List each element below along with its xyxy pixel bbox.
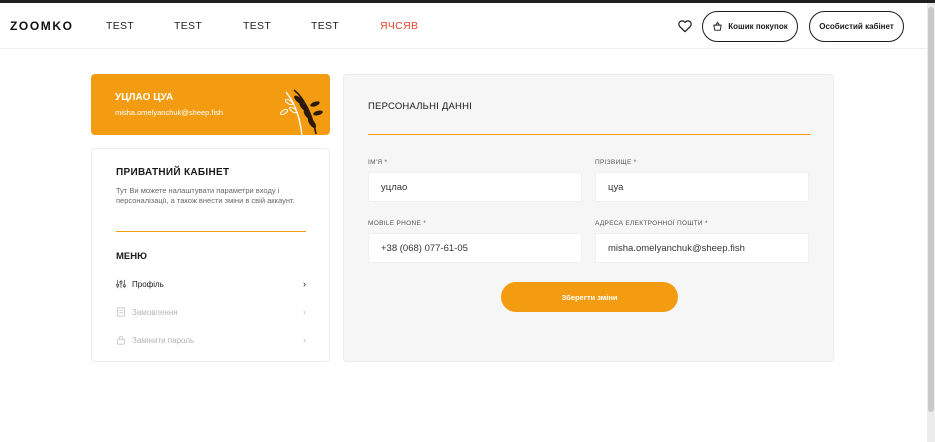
chevron-right-icon: › — [303, 335, 306, 345]
heart-icon[interactable] — [677, 18, 693, 34]
cart-button[interactable]: Кошик покупок — [702, 11, 798, 42]
nav-link-test-1[interactable]: TEST — [106, 20, 134, 32]
orders-icon — [117, 307, 125, 317]
menu-item-label: Замінити пароль — [132, 335, 195, 345]
user-card: УЦЛАО ЦУА misha.omelyanchuk@sheep.fish — [91, 74, 330, 135]
phone-label: MOBILE PHONE * — [368, 220, 427, 227]
chevron-right-icon: › — [303, 279, 306, 289]
private-cabinet-title: ПРИВАТНИЙ КАБІНЕТ — [116, 167, 230, 178]
private-cabinet-panel: ПРИВАТНИЙ КАБІНЕТ Тут Ви можете налаштув… — [91, 148, 330, 362]
site-header: ZOOMKO TEST TEST TEST TEST ЯЧСЯВ Кошик п… — [0, 3, 927, 49]
account-button-label: Особистий кабінет — [819, 22, 894, 31]
nav-link-test-3[interactable]: TEST — [243, 20, 271, 32]
cart-button-label: Кошик покупок — [728, 22, 788, 31]
menu-item-orders[interactable]: Замовлення › — [116, 304, 306, 320]
sliders-icon — [116, 279, 126, 289]
last-name-field[interactable] — [595, 172, 809, 202]
email-field[interactable] — [595, 233, 809, 263]
divider — [116, 231, 306, 232]
menu-title: МЕНЮ — [116, 251, 147, 262]
menu-item-profile[interactable]: Профіль › — [116, 276, 306, 292]
user-email: misha.omelyanchuk@sheep.fish — [115, 108, 224, 117]
first-name-label: ІМ'Я * — [368, 159, 388, 166]
first-name-field[interactable] — [368, 172, 582, 202]
divider — [368, 134, 811, 135]
scrollbar-thumb[interactable] — [928, 7, 934, 412]
scrollbar[interactable] — [927, 3, 935, 442]
menu-item-label: Профіль — [132, 279, 164, 289]
personal-data-panel: ПЕРСОНАЛЬНІ ДАННІ ІМ'Я * ПРІЗВИЩЕ * MOBI… — [343, 74, 834, 362]
last-name-label: ПРІЗВИЩЕ * — [595, 159, 637, 166]
menu-item-label: Замовлення — [132, 307, 178, 317]
basket-icon — [713, 21, 722, 31]
nav-link-test-2[interactable]: TEST — [174, 20, 202, 32]
nav-link-active[interactable]: ЯЧСЯВ — [380, 20, 418, 32]
email-label: АДРЕСА ЕЛЕКТРОННОЇ ПОШТИ * — [595, 220, 708, 227]
personal-data-title: ПЕРСОНАЛЬНІ ДАННІ — [368, 101, 472, 112]
user-name: УЦЛАО ЦУА — [115, 92, 174, 103]
save-button[interactable]: Зберегти зміни — [501, 282, 678, 312]
menu-item-change-password[interactable]: Замінити пароль › — [116, 332, 306, 348]
account-button[interactable]: Особистий кабінет — [809, 11, 904, 42]
nav-link-test-4[interactable]: TEST — [311, 20, 339, 32]
chevron-right-icon: › — [303, 307, 306, 317]
private-cabinet-description: Тут Ви можете налаштувати параметри вход… — [116, 186, 295, 205]
logo-text: ZOOMKO — [10, 19, 74, 33]
phone-field[interactable] — [368, 233, 582, 263]
lock-icon — [117, 335, 125, 345]
wheat-decoration-icon — [279, 89, 323, 135]
logo[interactable]: ZOOMKO — [10, 19, 74, 33]
